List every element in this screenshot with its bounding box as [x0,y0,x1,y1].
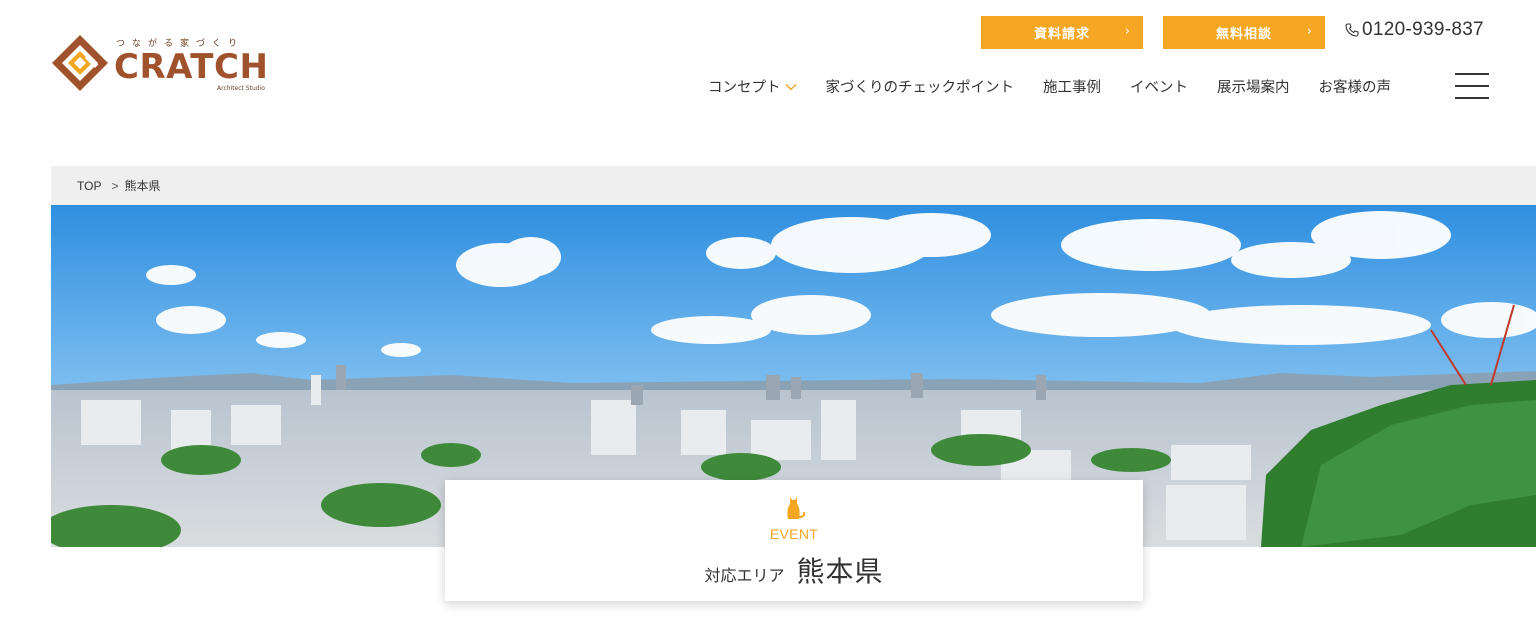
title-main: 熊本県 [796,555,884,588]
nav-item-label: お客様の声 [1318,79,1392,96]
title-prefix: 対応エリア [704,566,785,585]
breadcrumb-top-link[interactable]: TOP [77,179,101,193]
nav-item-label: コンセプト [708,79,781,96]
site-logo[interactable]: つながる家づくり CRATCH Architect Studio [50,33,270,95]
phone-icon [1345,23,1359,37]
nav-item-checkpoints[interactable]: 家づくりのチェックポイント [826,76,1015,97]
free-consultation-button[interactable]: 無料相談 › [1163,16,1325,49]
nav-item-label: 家づくりのチェックポイント [825,79,1015,96]
logo-mark-icon [52,35,108,91]
nav-item-label: 施工事例 [1043,79,1101,96]
title-eyebrow: EVENT [769,526,819,542]
breadcrumb-separator: > [111,178,119,193]
request-documents-button[interactable]: 資料請求 › [981,16,1143,49]
cat-silhouette-icon [787,497,806,519]
nav-item-label: 展示場案内 [1217,79,1290,96]
nav-item-concept[interactable]: コンセプト [708,76,797,97]
page-title: 対応エリア 熊本県 [445,550,1143,590]
free-consultation-label: 無料相談 [1215,27,1272,42]
nav-item-events[interactable]: イベント [1130,76,1188,97]
phone-number: 0120-939-837 [1362,19,1484,40]
chevron-down-icon [785,84,796,91]
main-nav: コンセプト 家づくりのチェックポイント 施工事例 イベント 展示場案内 お客様の… [708,75,1391,97]
chevron-right-icon: › [1124,24,1131,39]
breadcrumb: TOP > 熊本県 [51,166,1536,205]
nav-item-works[interactable]: 施工事例 [1043,76,1101,97]
logo-subtitle: Architect Studio [217,85,265,92]
phone-link[interactable]: 0120-939-837 [1344,19,1484,41]
page-title-card: EVENT 対応エリア 熊本県 [445,480,1143,601]
breadcrumb-current: 熊本県 [124,179,161,193]
nav-item-testimonials[interactable]: お客様の声 [1319,76,1392,97]
request-documents-label: 資料請求 [1033,27,1090,42]
nav-item-label: イベント [1130,79,1188,96]
logo-wordmark: CRATCH [114,47,269,87]
nav-item-showroom[interactable]: 展示場案内 [1217,76,1290,97]
chevron-right-icon: › [1306,24,1313,39]
hamburger-menu-icon[interactable] [1455,73,1489,99]
